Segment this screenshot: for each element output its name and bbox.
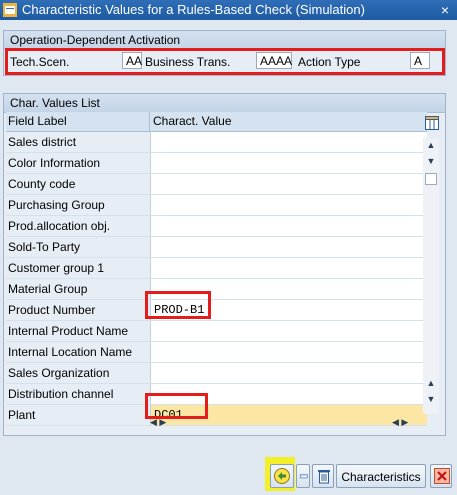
tech-scen-field[interactable]: AA [122,52,142,69]
activation-group: Operation-Dependent Activation Tech.Scen… [3,30,446,76]
row-label: Color Information [6,153,151,173]
scroll-thumb[interactable] [425,173,437,185]
scroll-up-icon[interactable]: ▲ [426,140,436,150]
row-value-input[interactable] [151,216,427,236]
row-label: Purchasing Group [6,195,151,215]
table-row: Distribution channel [6,384,427,405]
cancel-button[interactable] [430,464,452,488]
table-row: Color Information [6,153,427,174]
row-label: Internal Product Name [6,321,151,341]
table-row: Sales Organization [6,363,427,384]
char-values-group: Char. Values List Field Label Charact. V… [3,93,446,436]
delete-button[interactable] [312,464,334,488]
column-header-field-label[interactable]: Field Label [8,112,67,131]
column-header-charact-value[interactable]: Charact. Value [153,112,232,131]
table-row: Customer group 1 [6,258,427,279]
link-icon: ▭ [299,471,309,482]
char-values-title: Char. Values List [4,94,445,113]
scroll-down-icon[interactable]: ▼ [426,394,436,404]
product-number-input[interactable]: PROD-B1 [151,300,427,320]
row-value-input[interactable] [151,321,427,341]
execute-icon [274,468,290,484]
scroll-down-icon[interactable]: ▼ [426,156,436,166]
row-value-input[interactable] [151,363,427,383]
table-row: Sales district [6,132,427,153]
action-type-field[interactable]: A [410,52,430,69]
row-label: Plant [6,405,151,425]
execute-button[interactable] [270,464,294,488]
row-label: Sales Organization [6,363,151,383]
horizontal-scroll-left[interactable]: ◀ ▶ [150,415,166,429]
characteristics-label: Characteristics [341,470,421,484]
business-trans-label: Business Trans. [145,55,231,69]
business-trans-field[interactable]: AAAA [256,52,292,69]
row-label: County code [6,174,151,194]
table-row: Product Number PROD-B1 [6,300,427,321]
row-label: Material Group [6,279,151,299]
action-type-label: Action Type [298,55,361,69]
row-value-input[interactable] [151,384,427,404]
app-icon [3,3,17,17]
row-value-input[interactable] [151,132,427,152]
close-icon[interactable]: × [437,2,453,18]
table-row: County code [6,174,427,195]
table-settings-icon[interactable] [425,116,439,130]
row-label: Sales district [6,132,151,152]
tech-scen-label: Tech.Scen. [10,55,70,69]
row-label: Customer group 1 [6,258,151,278]
delete-icon [318,470,330,484]
table-row: Material Group [6,279,427,300]
table-row: Sold-To Party [6,237,427,258]
row-value-input[interactable] [151,258,427,278]
plant-input[interactable]: DC01 [151,405,427,425]
table-row: Plant DC01 [6,405,427,426]
table-row: Internal Location Name [6,342,427,363]
table-row: Prod.allocation obj. [6,216,427,237]
row-value-input[interactable] [151,153,427,173]
row-label: Prod.allocation obj. [6,216,151,236]
row-label: Sold-To Party [6,237,151,257]
row-label: Internal Location Name [6,342,151,362]
window-titlebar: Characteristic Values for a Rules-Based … [0,0,457,20]
cancel-icon [434,468,450,484]
row-value-input[interactable] [151,174,427,194]
row-label: Product Number [6,300,151,320]
char-values-table: Field Label Charact. Value Sales distric… [6,112,427,426]
scroll-up-icon[interactable]: ▲ [426,378,436,388]
table-row: Internal Product Name [6,321,427,342]
row-value-input[interactable] [151,195,427,215]
horizontal-scroll-right[interactable]: ◀ ▶ [392,415,408,429]
row-value-input[interactable] [151,237,427,257]
table-header: Field Label Charact. Value [6,112,427,132]
row-value-input[interactable] [151,279,427,299]
vertical-scrollbar[interactable]: ▲ ▼ ▲ ▼ [423,138,439,414]
footer-toolbar: ▭ Characteristics [0,460,457,495]
characteristics-button[interactable]: Characteristics [336,464,426,488]
activation-title: Operation-Dependent Activation [4,31,445,50]
window-title: Characteristic Values for a Rules-Based … [22,2,365,17]
table-row: Purchasing Group [6,195,427,216]
row-value-input[interactable] [151,342,427,362]
row-label: Distribution channel [6,384,151,404]
link-button[interactable]: ▭ [296,464,310,488]
